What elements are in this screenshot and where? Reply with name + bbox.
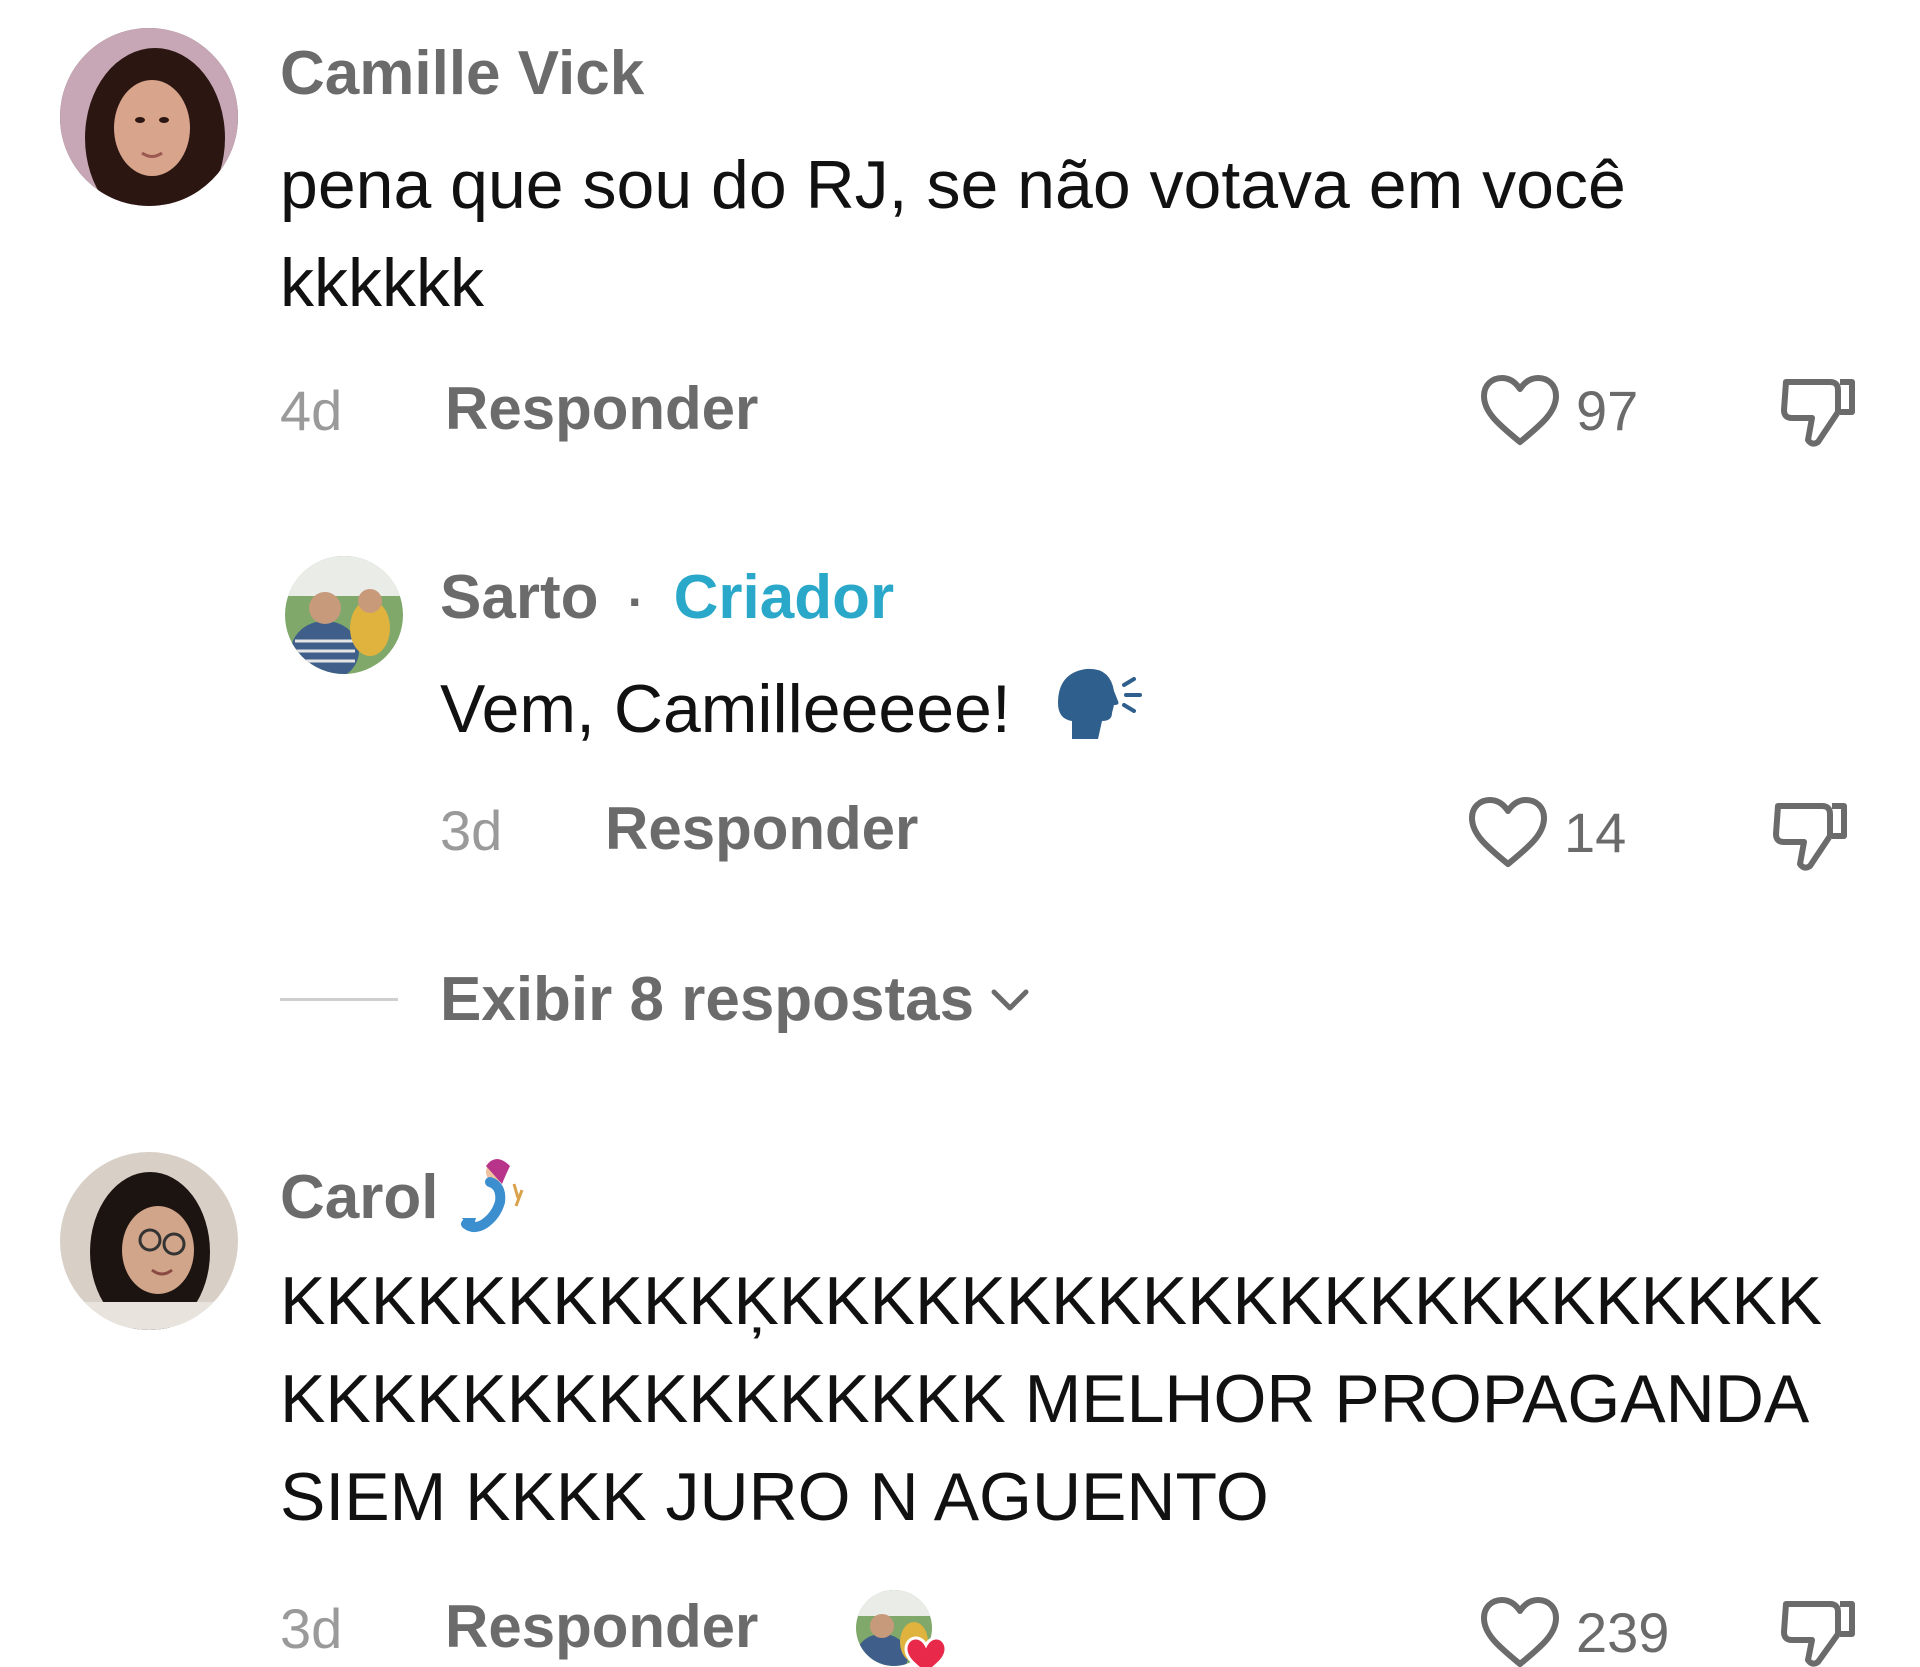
heart-filled-icon — [904, 1636, 948, 1667]
creator-badge: Criador — [673, 563, 895, 632]
like-count: 14 — [1564, 800, 1627, 864]
avatar-portrait — [285, 556, 403, 674]
username[interactable]: Sarto — [440, 563, 598, 632]
dislike-button[interactable] — [1770, 792, 1852, 879]
thumbs-down-icon — [1781, 379, 1855, 447]
avatar-portrait — [60, 1152, 238, 1330]
comment-text: pena que sou do RJ, se não votava em voc… — [280, 147, 1626, 321]
heart-outline-icon — [1481, 375, 1559, 445]
avatar[interactable] — [60, 28, 238, 206]
comment-time: 3d — [440, 799, 503, 862]
view-replies-label: Exibir 8 respostas — [440, 965, 975, 1034]
reply-button[interactable]: Responder — [445, 1592, 758, 1661]
like-count: 97 — [1576, 378, 1639, 442]
reply-button[interactable]: Responder — [445, 374, 758, 443]
separator-dot: · — [627, 573, 645, 630]
comment-text-content: Vem, Camilleeeee! — [440, 671, 1011, 747]
username[interactable]: Carol — [280, 1163, 438, 1232]
thumbs-down-icon — [1773, 803, 1847, 871]
username[interactable]: Camille Vick — [280, 38, 644, 109]
comments-panel: Camille Vick pena que sou do RJ, se não … — [0, 0, 1920, 1667]
view-replies-button[interactable]: Exibir 8 respostas — [440, 964, 1034, 1035]
like-button[interactable]: 97 — [1478, 372, 1638, 448]
comment-time: 3d — [280, 1597, 343, 1660]
avatar[interactable] — [285, 556, 403, 674]
comment-text: Vem, Camilleeeee! — [440, 660, 1144, 767]
comment-text: KKKKKKKKKKĶKKKKKKKKKKKKKKKKKKKKKKKKKKKKK… — [280, 1263, 1823, 1535]
thumbs-down-icon — [1781, 1601, 1855, 1667]
dislike-button[interactable] — [1778, 368, 1860, 455]
like-button[interactable]: 239 — [1478, 1594, 1669, 1667]
comment-time: 4d — [280, 379, 343, 442]
avatar-portrait — [60, 28, 238, 206]
reply-button[interactable]: Responder — [605, 794, 918, 863]
avatar[interactable] — [60, 1152, 238, 1330]
dislike-button[interactable] — [1778, 1590, 1860, 1667]
speaking-head-emoji — [1052, 661, 1144, 767]
heart-outline-icon — [1481, 1597, 1559, 1667]
like-button[interactable]: 14 — [1466, 794, 1626, 870]
replies-divider — [280, 998, 398, 1001]
like-count: 239 — [1576, 1600, 1670, 1664]
username-row: Carol — [280, 1154, 530, 1249]
chevron-down-icon — [991, 989, 1029, 1010]
mermaid-emoji — [456, 1154, 530, 1249]
creator-liked-indicator — [852, 1586, 948, 1667]
heart-outline-icon — [1469, 797, 1547, 867]
username-row: Sarto · Criador — [440, 562, 894, 633]
